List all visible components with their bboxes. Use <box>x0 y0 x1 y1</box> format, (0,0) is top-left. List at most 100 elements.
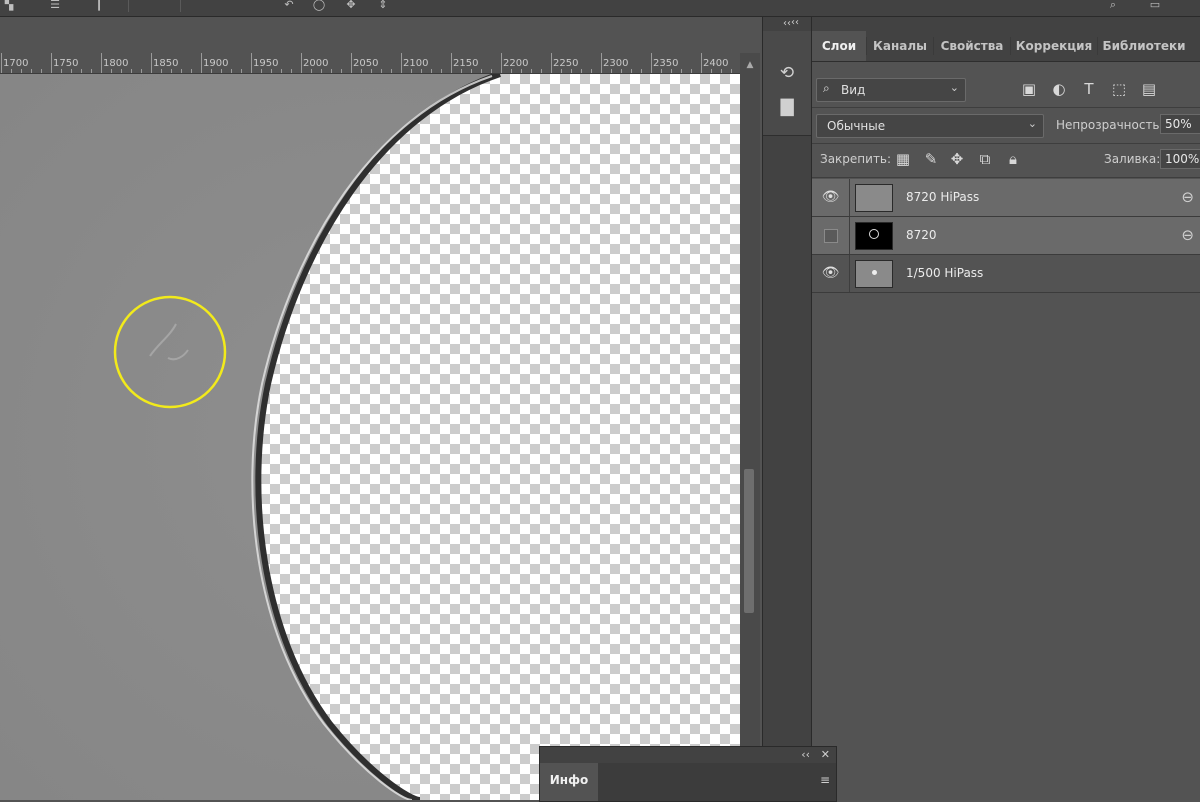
ruler-minor-tick <box>531 69 532 73</box>
ruler-minor-tick <box>81 69 82 73</box>
ruler-minor-tick <box>411 69 412 73</box>
panel-menu-icon[interactable]: ≡ <box>820 773 830 787</box>
ruler-label: 2000 <box>303 58 329 69</box>
visibility-eye-icon[interactable]: 👁︎ <box>812 179 850 216</box>
adjustment-layer-filter-icon[interactable]: ◐ <box>1048 78 1070 100</box>
layer-name: 1/500 HiPass <box>906 266 984 280</box>
tab-info[interactable]: Инфо <box>540 763 598 801</box>
layer-thumbnail <box>855 222 893 250</box>
ruler-minor-tick <box>11 69 12 73</box>
scroll-thumb[interactable] <box>744 469 754 613</box>
layer-name: 8720 HiPass <box>906 190 980 204</box>
ruler-minor-tick <box>191 69 192 73</box>
rotate-icon[interactable]: ↶ <box>282 0 296 10</box>
blend-mode-select[interactable]: Обычные ⌄ <box>816 114 1044 138</box>
ruler-minor-tick <box>141 69 142 73</box>
ruler-tick <box>601 53 602 73</box>
layers-panel: Слои Каналы Свойства Коррекция Библиотек… <box>812 17 1200 800</box>
lock-transparency-icon[interactable]: ▦ <box>892 148 914 170</box>
vertical-scrollbar[interactable]: ▲ <box>740 53 760 800</box>
ruler-minor-tick <box>181 69 182 73</box>
orbit-icon[interactable]: ◯ <box>312 0 326 10</box>
layer-filter-value: Вид <box>841 83 866 97</box>
ruler-minor-tick <box>91 69 92 73</box>
ruler-minor-tick <box>721 69 722 73</box>
ruler-label: 2050 <box>353 58 379 69</box>
ruler-minor-tick <box>421 69 422 73</box>
ruler-minor-tick <box>341 69 342 73</box>
ruler-label: 1750 <box>53 58 79 69</box>
tab-properties[interactable]: Свойства <box>934 31 1010 61</box>
type-layer-filter-icon[interactable]: T <box>1078 78 1100 100</box>
tab-adjustments[interactable]: Коррекция <box>1011 31 1097 61</box>
smart-object-filter-icon[interactable]: ▤ <box>1138 78 1160 100</box>
lock-all-icon[interactable]: 🔒︎ <box>1002 148 1024 170</box>
collapse-info-icon[interactable]: ‹‹ <box>801 748 810 761</box>
ruler-tick <box>501 53 502 73</box>
ruler-minor-tick <box>541 69 542 73</box>
ruler-minor-tick <box>711 69 712 73</box>
distribute-icon[interactable]: ┃ <box>92 0 106 10</box>
collapse-panels-icon[interactable]: ‹‹ <box>791 17 799 28</box>
panel-tabs: Слои Каналы Свойства Коррекция Библиотек… <box>812 31 1200 62</box>
layer-row[interactable]: 👁︎ 8720 HiPass ⊖ <box>812 179 1200 217</box>
ruler-tick <box>251 53 252 73</box>
close-icon[interactable]: ✕ <box>821 748 830 761</box>
layer-thumbnail <box>855 184 893 212</box>
layer-filter-select[interactable]: ⌕ Вид ⌄ <box>816 78 966 102</box>
ruler-minor-tick <box>611 69 612 73</box>
move-tool-icon[interactable]: ▚ <box>2 0 16 10</box>
lock-position-icon[interactable]: ✥ <box>946 148 968 170</box>
comment-icon[interactable]: ▇ <box>775 95 799 119</box>
shape-layer-filter-icon[interactable]: ⬚ <box>1108 78 1130 100</box>
ruler-minor-tick <box>361 69 362 73</box>
ruler-minor-tick <box>441 69 442 73</box>
search-icon[interactable]: ⌕ <box>1106 0 1120 10</box>
lock-image-pixels-icon[interactable]: ✎ <box>920 148 942 170</box>
fill-input[interactable]: 100% <box>1160 149 1200 169</box>
ruler-minor-tick <box>521 69 522 73</box>
image-canvas[interactable] <box>0 74 740 800</box>
ruler-minor-tick <box>31 69 32 73</box>
ruler-minor-tick <box>491 69 492 73</box>
ruler-label: 2100 <box>403 58 429 69</box>
layer-name: 8720 <box>906 228 937 242</box>
options-bar: ▚ ☰ ┃ ↶ ◯ ✥ ⇕ ⌕ ▭ <box>0 0 1200 17</box>
layer-row[interactable]: 👁︎ 1/500 HiPass <box>812 255 1200 293</box>
ruler-minor-tick <box>731 69 732 73</box>
thumbnail-dot <box>872 270 877 275</box>
tab-layers[interactable]: Слои <box>812 31 866 61</box>
lock-artboard-icon[interactable]: ⧉ <box>974 148 996 170</box>
workspace-icon[interactable]: ▭ <box>1148 0 1162 10</box>
document-tab-strip <box>0 17 762 53</box>
layer-row[interactable]: 8720 ⊖ <box>812 217 1200 255</box>
ruler-minor-tick <box>631 69 632 73</box>
ruler-minor-tick <box>471 69 472 73</box>
ruler-minor-tick <box>581 69 582 73</box>
ruler-minor-tick <box>271 69 272 73</box>
tab-channels[interactable]: Каналы <box>867 31 933 61</box>
ruler-tick <box>351 53 352 73</box>
ruler-minor-tick <box>391 69 392 73</box>
pixel-layer-filter-icon[interactable]: ▣ <box>1018 78 1040 100</box>
panel-divider <box>812 177 1200 178</box>
collapse-dock-icon[interactable]: ‹‹ <box>763 17 811 31</box>
tab-libraries[interactable]: Библиотеки <box>1098 31 1190 61</box>
align-icon[interactable]: ☰ <box>48 0 62 10</box>
scroll-up-icon[interactable]: ▲ <box>740 57 760 73</box>
ruler-label: 2250 <box>553 58 579 69</box>
ruler-label: 1900 <box>203 58 229 69</box>
history-icon[interactable]: ⟲ <box>775 61 799 85</box>
ruler-minor-tick <box>61 69 62 73</box>
toolbar-divider <box>180 0 181 12</box>
ruler-minor-tick <box>331 69 332 73</box>
ruler-minor-tick <box>381 69 382 73</box>
opacity-input[interactable]: 50% <box>1160 114 1200 134</box>
visibility-eye-icon[interactable]: 👁︎ <box>812 255 850 292</box>
ruler-tick <box>401 53 402 73</box>
slide-icon[interactable]: ⇕ <box>376 0 390 10</box>
dock-group: ⟲ ▇ <box>763 31 811 136</box>
pan-icon[interactable]: ✥ <box>344 0 358 10</box>
visibility-toggle[interactable] <box>812 217 850 254</box>
opacity-label: Непрозрачность: <box>1056 118 1164 132</box>
